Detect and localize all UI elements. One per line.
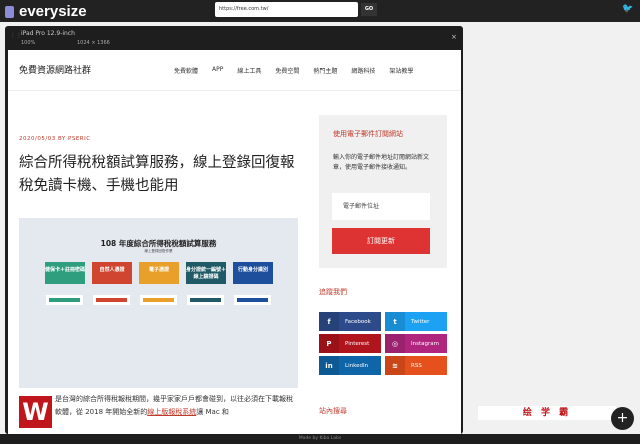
social-label: Twitter: [411, 318, 430, 325]
excerpt-text-end: 讓 Mac 和: [196, 408, 229, 416]
image-card-button: [93, 295, 130, 305]
everysize-logo[interactable]: everysize: [5, 3, 87, 20]
social-twitter-button[interactable]: t Twitter: [385, 312, 447, 331]
post-meta[interactable]: 2020/05/03 BY PSERIC: [19, 136, 91, 142]
button-fill: [190, 298, 221, 302]
search-title: 站內搜尋: [319, 407, 347, 415]
device-header: ⋮⋮ iPad Pro 12.9-inch 100% 1024 × 1366 ×: [5, 26, 463, 50]
follow-title: 追蹤我們: [319, 288, 347, 296]
image-card: 自然人憑證: [92, 262, 132, 284]
nav-item[interactable]: 免費軟體: [174, 66, 198, 75]
header-divider: [8, 90, 461, 91]
device-width[interactable]: 1024: [77, 40, 90, 46]
button-fill: [96, 298, 127, 302]
button-fill: [49, 298, 80, 302]
device-name[interactable]: iPad Pro 12.9-inch: [21, 30, 75, 37]
image-card-button: [187, 295, 224, 305]
social-label: Facebook: [345, 318, 371, 325]
image-subtitle: 線上登錄回復作業: [144, 249, 173, 253]
image-title: 108 年度綜合所得稅稅額試算服務: [100, 239, 217, 248]
social-label: Pinterest: [345, 340, 370, 347]
social-linkedin-button[interactable]: in LinkedIn: [319, 356, 381, 375]
email-field[interactable]: 電子郵件位址: [332, 193, 430, 220]
image-card: 電子憑證: [139, 262, 179, 284]
url-input[interactable]: https://free.com.tw/: [215, 2, 358, 17]
times-sign: ×: [91, 40, 96, 46]
nav-item[interactable]: 熱門主題: [313, 66, 337, 75]
social-instagram-button[interactable]: ◎ Instagram: [385, 334, 447, 353]
pinterest-icon: P: [319, 334, 339, 353]
linkedin-icon: in: [319, 356, 339, 375]
facebook-icon: f: [319, 312, 339, 331]
social-label: Instagram: [411, 340, 439, 347]
twitter-icon: t: [385, 312, 405, 331]
device-zoom[interactable]: 100%: [21, 40, 35, 46]
image-card-button: [234, 295, 271, 305]
nav-item[interactable]: 免費空間: [275, 66, 299, 75]
image-card: 身分證統一編號＋線上驗證碼: [186, 262, 226, 284]
subscribe-title: 使用電子郵件訂閱網站: [333, 130, 403, 138]
button-fill: [143, 298, 174, 302]
subscribe-button[interactable]: 訂閱更新: [332, 228, 430, 254]
logo-text: everysize: [19, 3, 87, 20]
instagram-icon: ◎: [385, 334, 405, 353]
image-card: 健保卡＋註冊密碼: [45, 262, 85, 284]
footer-credit[interactable]: Made by Kiba Labs: [0, 434, 640, 444]
ad-banner[interactable]: 绘 学 霸: [478, 406, 616, 420]
site-title[interactable]: 免費資源網路社群: [19, 63, 91, 76]
post-title[interactable]: 綜合所得稅稅額試算服務，線上登錄回復報稅免讀卡機、手機也能用: [19, 152, 304, 198]
nav-item[interactable]: 架站教學: [389, 66, 413, 75]
button-fill: [237, 298, 268, 302]
image-card-button: [140, 295, 177, 305]
post-excerpt: 是台灣的綜合所得稅報稅期間，幾乎家家戶戶都會碰到，以往必須在下載報稅軟體，從 2…: [19, 393, 299, 419]
device-frame: ⋮⋮ iPad Pro 12.9-inch 100% 1024 × 1366 ×…: [5, 26, 463, 434]
site-nav: 免費軟體 APP 線上工具 免費空間 熱門主題 網路科技 架站教學: [174, 66, 413, 75]
subscribe-widget: 使用電子郵件訂閱網站 輸入你的電子郵件地址訂閱網站新文章，使用電子郵件接收通知。…: [319, 115, 447, 268]
image-card: 行動身分識別: [233, 262, 273, 284]
plus-button[interactable]: +: [611, 407, 634, 430]
nav-item[interactable]: 網路科技: [351, 66, 375, 75]
social-label: LinkedIn: [345, 362, 369, 369]
website-viewport: 免費資源網路社群 免費軟體 APP 線上工具 免費空間 熱門主題 網路科技 架站…: [8, 50, 461, 434]
rss-icon: ≋: [385, 356, 405, 375]
nav-item[interactable]: 線上工具: [237, 66, 261, 75]
social-pinterest-button[interactable]: P Pinterest: [319, 334, 381, 353]
close-icon[interactable]: ×: [451, 33, 457, 41]
social-facebook-button[interactable]: f Facebook: [319, 312, 381, 331]
twitter-icon[interactable]: 🐦: [622, 4, 633, 14]
post-image[interactable]: 108 年度綜合所得稅稅額試算服務 線上登錄回復作業 健保卡＋註冊密碼 自然人憑證…: [19, 218, 298, 388]
social-label: RSS: [411, 362, 422, 369]
image-card-button: [46, 295, 83, 305]
social-rss-button[interactable]: ≋ RSS: [385, 356, 447, 375]
logo-icon: [5, 5, 14, 18]
nav-item[interactable]: APP: [212, 66, 223, 75]
subscribe-text: 輸入你的電子郵件地址訂閱網站新文章，使用電子郵件接收通知。: [333, 154, 430, 171]
top-bar: everysize https://free.com.tw/ GO 🐦: [0, 0, 640, 22]
device-height[interactable]: 1366: [97, 40, 110, 46]
go-button[interactable]: GO: [361, 3, 377, 16]
tax-system-link[interactable]: 線上版報稅系統: [147, 408, 196, 416]
device-dimensions[interactable]: 1024 × 1366: [77, 40, 110, 46]
